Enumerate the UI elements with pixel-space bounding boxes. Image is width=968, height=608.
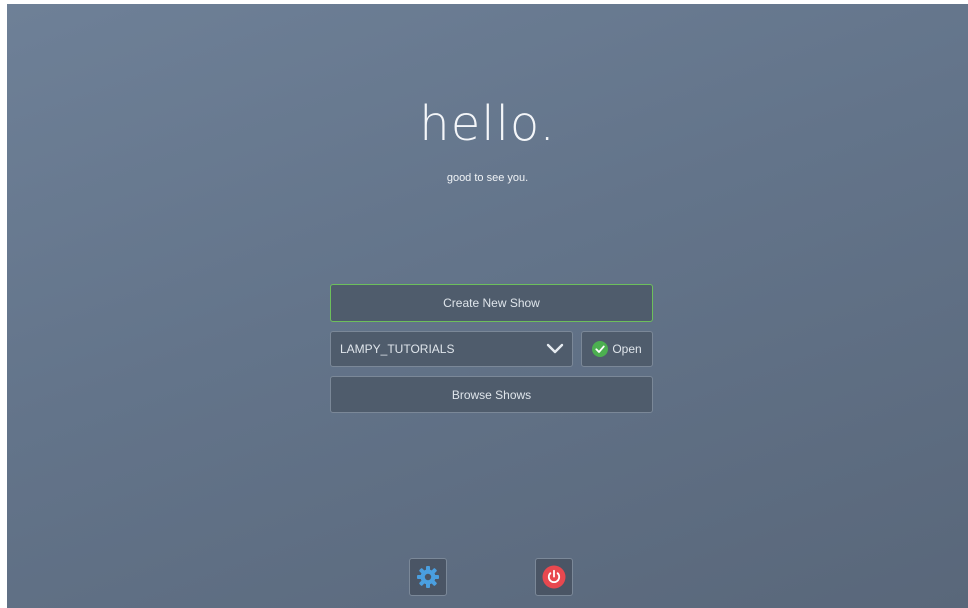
greeting-subtitle: good to see you. bbox=[446, 172, 529, 184]
browse-shows-button[interactable]: Browse Shows bbox=[330, 376, 653, 413]
welcome-screen: hello. good to see you. Create New Show … bbox=[7, 4, 968, 608]
open-show-button[interactable]: Open bbox=[581, 331, 653, 367]
gear-icon bbox=[417, 566, 439, 588]
chevron-down-icon bbox=[546, 343, 564, 354]
power-icon bbox=[542, 565, 566, 589]
power-button[interactable] bbox=[535, 558, 573, 596]
greeting-title: hello. bbox=[419, 96, 556, 152]
browse-shows-label: Browse Shows bbox=[451, 387, 532, 402]
open-label: Open bbox=[612, 342, 642, 356]
selected-show-value: LAMPY_TUTORIALS bbox=[340, 342, 455, 356]
create-new-show-button[interactable]: Create New Show bbox=[330, 284, 653, 322]
check-circle-icon bbox=[592, 341, 609, 357]
settings-button[interactable] bbox=[409, 558, 447, 596]
create-new-show-label: Create New Show bbox=[443, 296, 540, 310]
show-select-dropdown[interactable]: LAMPY_TUTORIALS bbox=[330, 331, 573, 367]
